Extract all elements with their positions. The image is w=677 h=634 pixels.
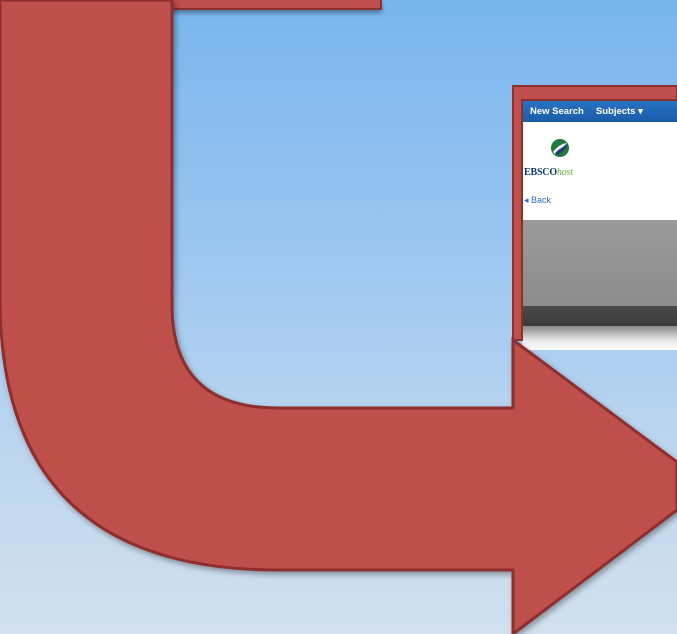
curved-arrow-shape xyxy=(0,0,677,634)
